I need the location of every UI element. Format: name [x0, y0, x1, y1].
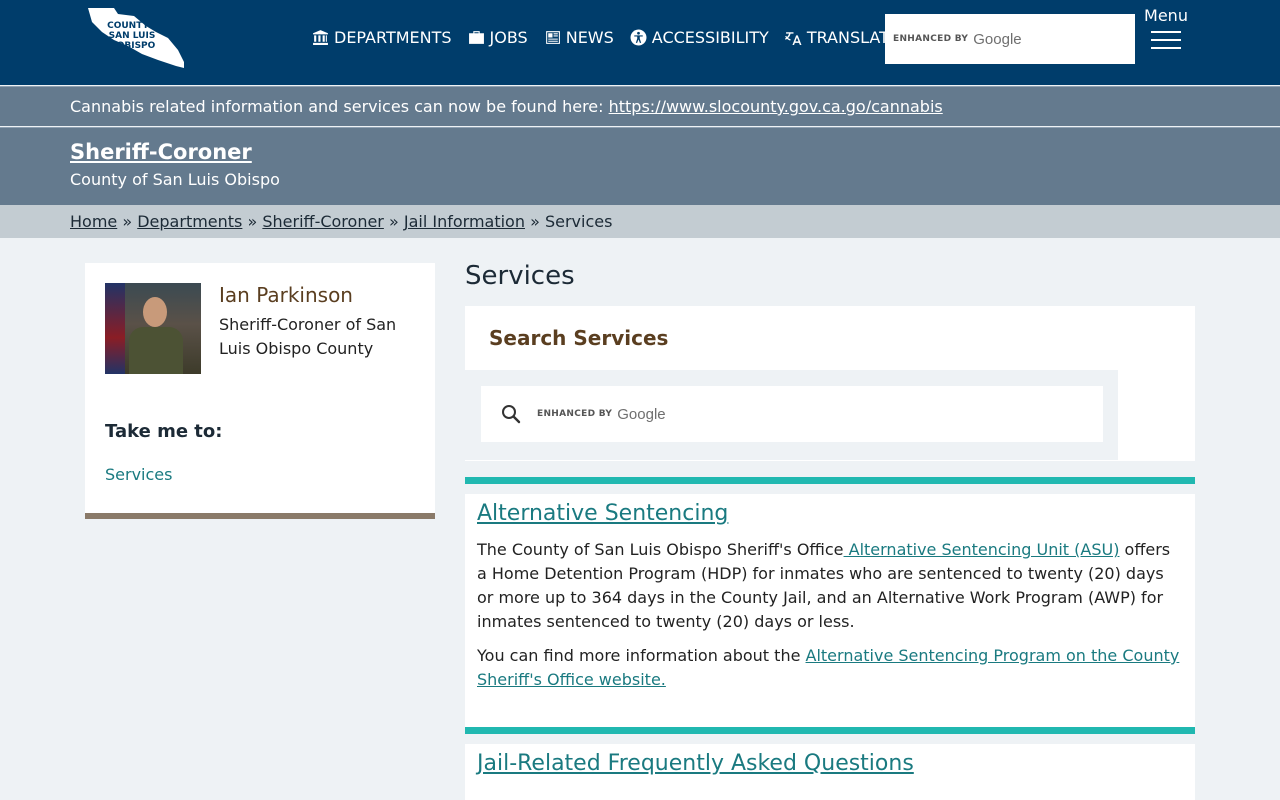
alert-banner: Cannabis related information and service… [0, 86, 1280, 126]
breadcrumb-separator: » [247, 212, 258, 231]
alert-link[interactable]: https://www.slocounty.gov.ca.go/cannabis [609, 97, 943, 116]
building-icon [313, 30, 328, 45]
site-header: COUNTY SAN LUIS OBISPO DEPARTMENTS JOBS … [0, 0, 1280, 85]
take-me-to-heading: Take me to: [105, 421, 223, 442]
department-subtitle: County of San Luis Obispo [70, 170, 280, 189]
card-paragraph-2: You can find more information about the … [477, 644, 1183, 692]
breadcrumb-departments[interactable]: Departments [137, 212, 242, 231]
sheriff-photo [105, 283, 201, 374]
enhanced-by-label: ENHANCED BY [537, 409, 613, 419]
google-brand: Google [973, 30, 1022, 48]
breadcrumb: Home » Departments » Sheriff-Coroner » J… [0, 205, 1280, 238]
sheriff-title: Sheriff-Coroner of San Luis Obispo Count… [219, 315, 397, 358]
enhanced-by-label: ENHANCED BY [893, 34, 969, 44]
breadcrumb-current: Services [544, 212, 613, 231]
search-box-wrapper: ENHANCED BY Google [465, 370, 1118, 460]
logo-text-2: SAN LUIS [109, 31, 156, 41]
department-banner: Sheriff-Coroner County of San Luis Obisp… [0, 127, 1280, 205]
nav-accessibility[interactable]: ACCESSIBILITY [630, 28, 769, 47]
alert-text: Cannabis related information and service… [70, 97, 609, 116]
breadcrumb-sheriff-coroner[interactable]: Sheriff-Coroner [262, 212, 384, 231]
briefcase-icon [468, 31, 484, 44]
nav-translate[interactable]: TRANSLATE [784, 28, 899, 47]
breadcrumb-jail-information[interactable]: Jail Information [404, 212, 525, 231]
menu-label: Menu [1144, 6, 1188, 25]
newspaper-icon [545, 31, 560, 44]
hamburger-icon [1151, 31, 1181, 49]
card-paragraph-1: The County of San Luis Obispo Sheriff's … [477, 538, 1183, 634]
services-search-input[interactable]: ENHANCED BY Google [481, 386, 1103, 442]
nav-jobs-label: JOBS [489, 28, 528, 47]
breadcrumb-separator: » [122, 212, 133, 231]
county-logo[interactable]: COUNTY SAN LUIS OBISPO [84, 6, 186, 70]
card-title-alternative-sentencing[interactable]: Alternative Sentencing [477, 501, 1183, 526]
breadcrumb-separator: » [530, 212, 540, 231]
nav-departments[interactable]: DEPARTMENTS [312, 28, 452, 47]
department-title[interactable]: Sheriff-Coroner [70, 140, 1210, 164]
card-title-jail-faq[interactable]: Jail-Related Frequently Asked Questions [477, 751, 1183, 776]
card-divider [465, 484, 1195, 494]
sidebar-link-services[interactable]: Services [105, 465, 172, 484]
logo-text-1: COUNTY [107, 21, 149, 31]
search-icon [502, 405, 521, 424]
nav-accessibility-label: ACCESSIBILITY [651, 28, 769, 47]
menu-button[interactable]: Menu [1144, 6, 1188, 55]
nav-jobs[interactable]: JOBS [468, 28, 528, 47]
nav-news-label: NEWS [565, 28, 614, 47]
card-text-before: The County of San Luis Obispo Sheriff's … [477, 540, 844, 559]
sheriff-name: Ian Parkinson [219, 283, 353, 307]
nav-news[interactable]: NEWS [544, 28, 614, 47]
accessibility-icon [630, 29, 647, 46]
breadcrumb-home[interactable]: Home [70, 212, 117, 231]
asu-link[interactable]: Alternative Sentencing Unit (ASU) [844, 540, 1120, 559]
card-divider [465, 734, 1195, 744]
breadcrumb-separator: » [388, 212, 399, 231]
main-nav: DEPARTMENTS JOBS NEWS ACCESSIBILITY TRAN… [312, 28, 915, 47]
service-card-alternative-sentencing: Alternative Sentencing The County of San… [465, 477, 1195, 727]
sidebar-card: Ian Parkinson Sheriff-Coroner of San Lui… [85, 263, 435, 519]
translate-icon [784, 32, 802, 45]
search-services-heading: Search Services [489, 326, 669, 350]
header-search-input[interactable]: ENHANCED BY Google [885, 14, 1135, 64]
page-title: Services [465, 261, 575, 291]
logo-text-3: OBISPO [117, 41, 156, 51]
nav-departments-label: DEPARTMENTS [334, 28, 452, 47]
google-brand: Google [617, 405, 666, 423]
card-text-before: You can find more information about the [477, 646, 806, 665]
search-services-panel: Search Services ENHANCED BY Google [465, 306, 1195, 461]
